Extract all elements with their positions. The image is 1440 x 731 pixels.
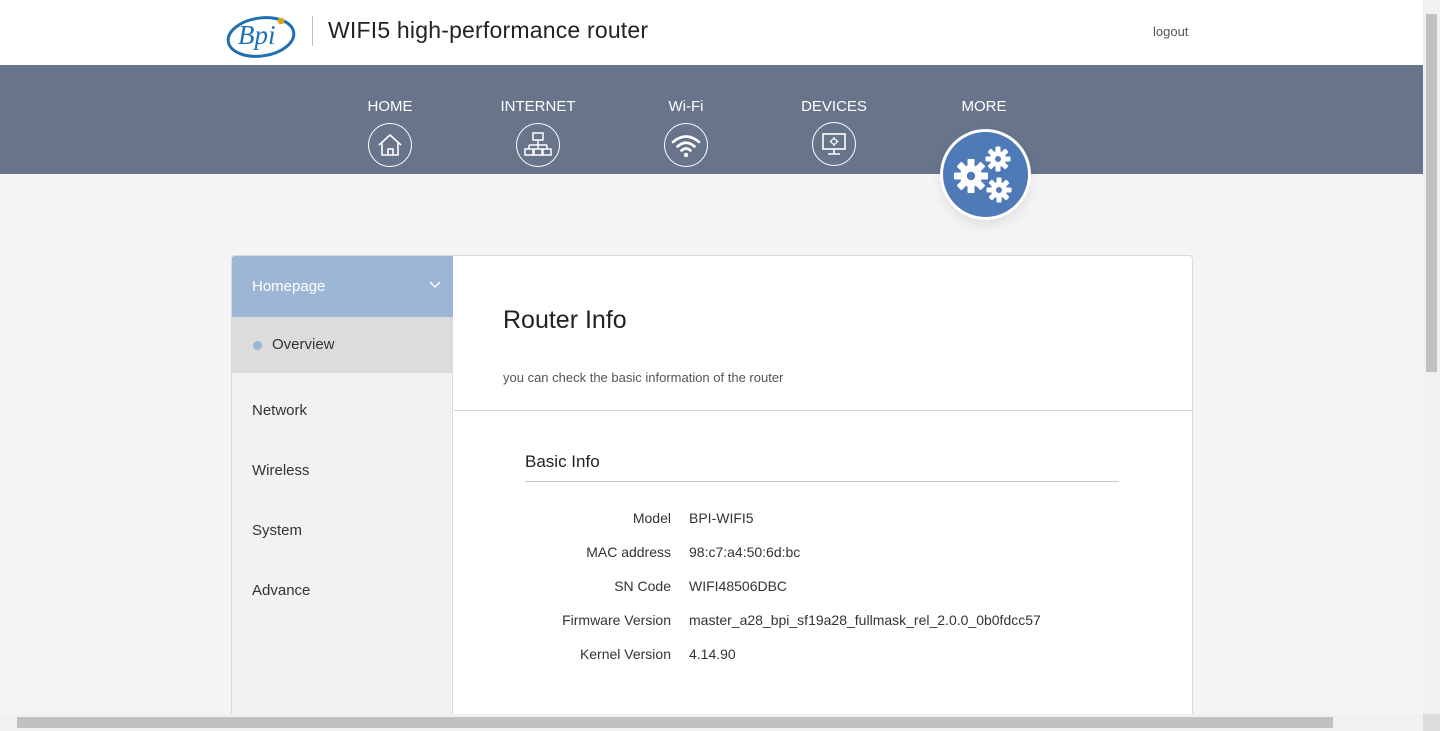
section-title: Basic Info [525,452,600,471]
horizontal-scrollbar[interactable] [0,714,1423,731]
divider [454,410,1192,411]
page-title: Router Info [503,306,627,334]
info-value: 4.14.90 [689,646,736,662]
section-divider [525,481,1119,482]
wifi-icon [664,123,708,167]
scrollbar-corner [1423,714,1440,731]
sidebar-item-overview[interactable]: Overview [232,317,453,373]
info-label: Firmware Version [562,612,671,628]
home-icon [368,123,412,167]
sidebar-item-advance[interactable]: Advance [232,564,453,620]
active-dot-icon [253,341,262,350]
info-value: 98:c7:a4:50:6d:bc [689,544,801,560]
bpi-logo: Bpi [226,12,298,58]
info-row-kernel: Kernel Version 4.14.90 [525,646,1125,666]
router-info-card: Homepage Overview Network Wireless Syste… [231,255,1193,731]
info-value: master_a28_bpi_sf19a28_fullmask_rel_2.0.… [689,612,1041,628]
nav-wifi-label: Wi-Fi [668,98,704,115]
sidebar-section-label: Homepage [252,278,326,295]
sidebar-item-network[interactable]: Network [232,384,453,440]
sidebar-item-label: Wireless [252,462,310,479]
vertical-scrollbar[interactable] [1423,0,1440,714]
info-value: BPI-WIFI5 [689,510,754,526]
nav-devices-label: DEVICES [801,98,867,115]
info-row-model: Model BPI-WIFI5 [525,510,1125,530]
horizontal-scroll-thumb[interactable] [17,717,1333,728]
info-row-sn: SN Code WIFI48506DBC [525,578,1125,598]
nav-more-label: MORE [961,98,1007,115]
sidebar-item-label: Network [252,402,308,419]
info-row-mac: MAC address 98:c7:a4:50:6d:bc [525,544,1125,564]
gears-icon[interactable] [940,129,1031,220]
info-value: WIFI48506DBC [689,578,788,594]
sidebar: Homepage Overview Network Wireless Syste… [232,256,453,730]
main-content: Router Info you can check the basic info… [454,256,1192,730]
title-divider [312,16,313,46]
sidebar-item-label: Overview [272,336,335,353]
sidebar-item-label: System [252,522,303,539]
page-subtitle: you can check the basic information of t… [503,370,784,385]
sidebar-section-homepage[interactable]: Homepage [232,256,453,317]
app-title: WIFI5 high-performance router [328,17,649,43]
info-label: SN Code [614,578,671,594]
network-icon [516,123,560,167]
vertical-scroll-thumb[interactable] [1426,14,1437,372]
nav-wifi[interactable]: Wi-Fi [631,65,741,174]
sidebar-item-wireless[interactable]: Wireless [232,444,453,500]
chevron-down-icon [429,281,441,288]
top-header: Bpi WIFI5 high-performance router logout [0,0,1423,65]
info-label: MAC address [586,544,671,560]
nav-internet[interactable]: INTERNET [483,65,593,174]
info-label: Model [632,510,671,526]
logout-link[interactable]: logout [1153,24,1188,39]
nav-home[interactable]: HOME [335,65,445,174]
sidebar-item-system[interactable]: System [232,504,453,560]
svg-text:Bpi: Bpi [238,20,276,50]
info-label: Kernel Version [579,646,671,662]
devices-icon [812,122,856,166]
main-nav: HOME INTERNET Wi-Fi DEVICES MORE [0,65,1423,174]
nav-internet-label: INTERNET [500,98,576,115]
nav-home-label: HOME [367,98,413,115]
info-row-firmware: Firmware Version master_a28_bpi_sf19a28_… [525,612,1125,632]
sidebar-item-label: Advance [252,582,311,599]
nav-devices[interactable]: DEVICES [779,65,889,174]
